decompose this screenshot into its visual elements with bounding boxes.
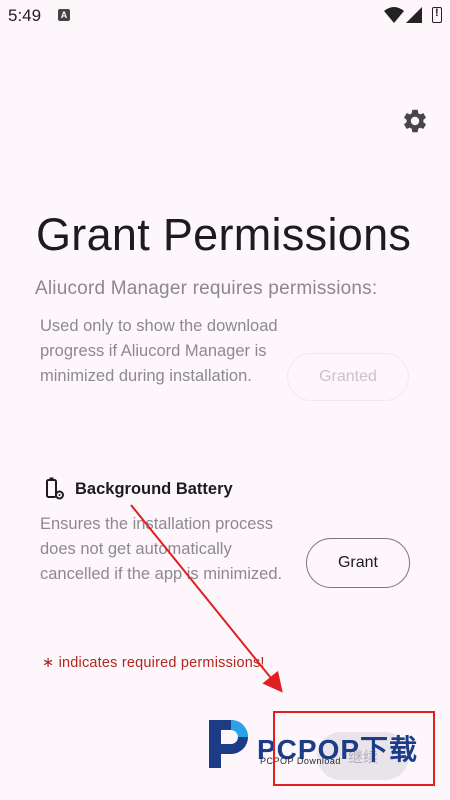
annotation-highlight-box xyxy=(273,711,435,786)
annotation-arrow xyxy=(130,504,283,693)
